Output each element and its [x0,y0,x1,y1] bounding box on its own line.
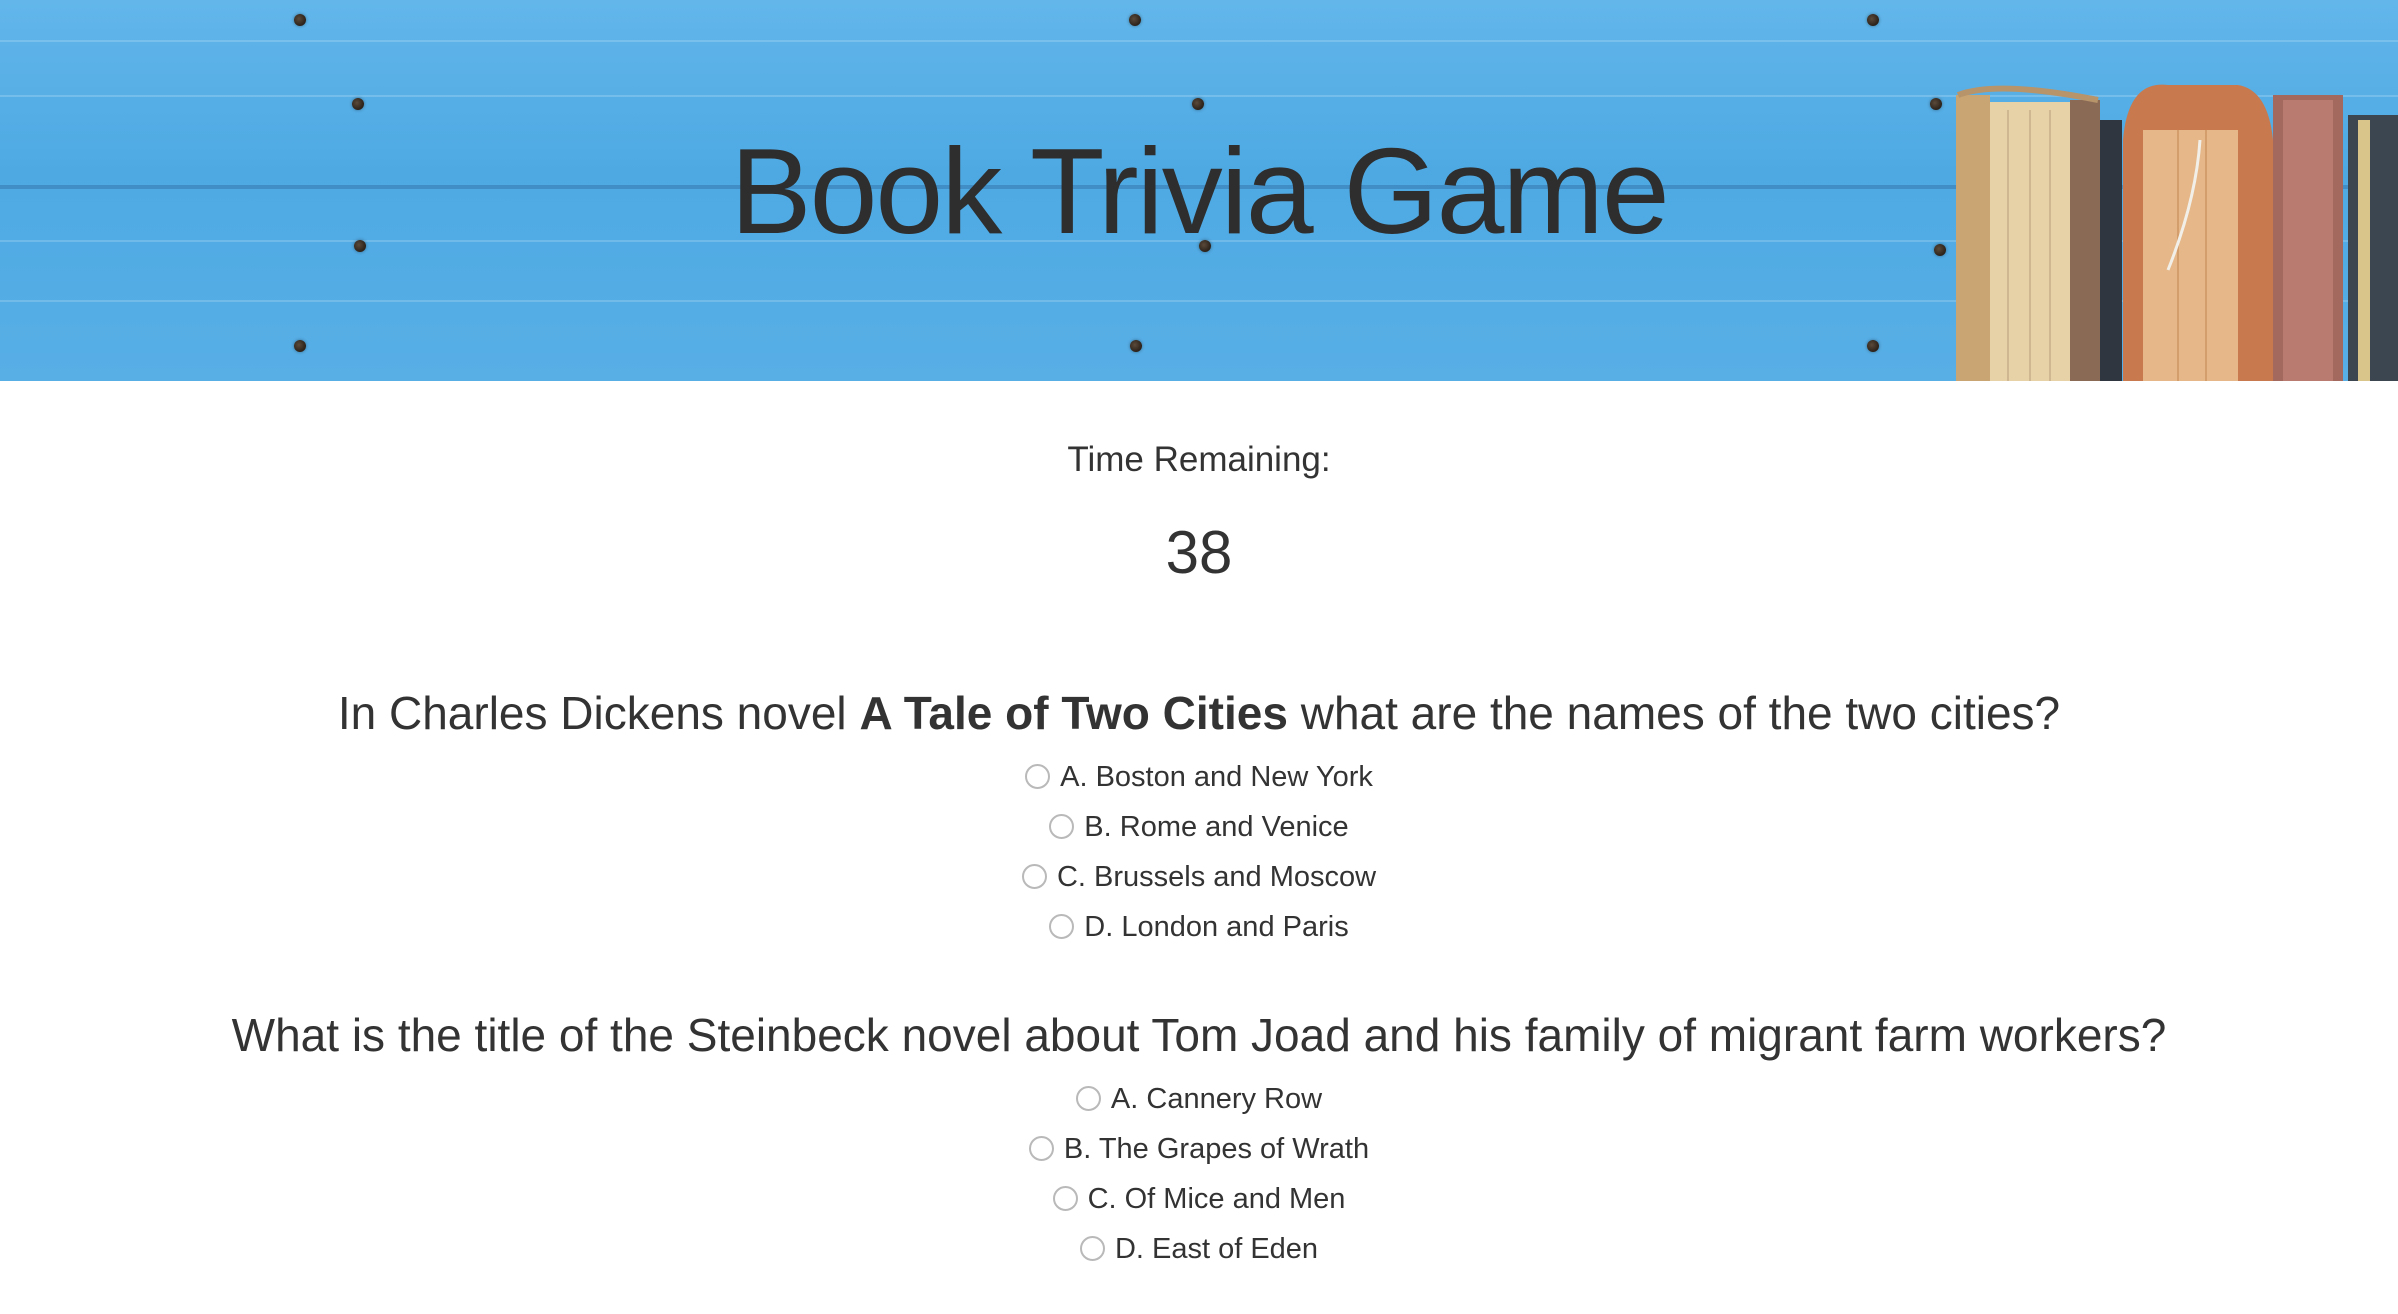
nail-icon [294,14,306,26]
nail-icon [1129,14,1141,26]
nail-icon [1192,98,1204,110]
nail-icon [1130,340,1142,352]
radio-button[interactable] [1028,1135,1054,1161]
question-2-option-a[interactable]: A. Cannery Row [0,1085,2398,1114]
nail-icon [294,340,306,352]
option-label: A. Cannery Row [1110,1083,1323,1115]
radio-button[interactable] [1049,813,1075,839]
question-1-option-d[interactable]: D. London and Paris [0,913,2398,942]
question-1-option-b[interactable]: B. Rome and Venice [0,813,2398,842]
radio-button[interactable] [1049,913,1075,939]
radio-button[interactable] [1021,863,1047,889]
question-1-option-a[interactable]: A. Boston and New York [0,763,2398,792]
question-1-text: In Charles Dickens novel A Tale of Two C… [0,688,2398,739]
option-label: B. The Grapes of Wrath [1063,1133,1370,1165]
option-label: C. Of Mice and Men [1087,1183,1346,1215]
timer-value: 38 [1165,519,1233,586]
question-1-book-title: A Tale of Two Cities [859,687,1288,739]
timer-label: Time Remaining: [1067,440,1331,479]
option-label: C. Brussels and Moscow [1056,861,1377,893]
question-2-option-b[interactable]: B. The Grapes of Wrath [0,1135,2398,1164]
question-2-option-c[interactable]: C. Of Mice and Men [0,1185,2398,1214]
option-label: A. Boston and New York [1060,761,1373,793]
nail-icon [352,98,364,110]
question-2-text: What is the title of the Steinbeck novel… [231,1009,2167,1061]
question-2-option-d[interactable]: D. East of Eden [0,1235,2398,1264]
page-title: Book Trivia Game [730,123,1670,259]
radio-button[interactable] [1075,1085,1101,1111]
question-1-option-c[interactable]: C. Brussels and Moscow [0,863,2398,892]
question-1-text-after: what are the names of the two cities? [1287,687,2061,739]
radio-button[interactable] [1079,1235,1105,1261]
header-banner: Book Trivia Game [0,0,2398,381]
radio-button[interactable] [1025,763,1051,789]
option-label: D. East of Eden [1114,1233,1319,1265]
nail-icon [1867,340,1879,352]
option-label: B. Rome and Venice [1084,811,1349,843]
question-1-text-before: In Charles Dickens novel [337,687,860,739]
nail-icon [1867,14,1879,26]
radio-button[interactable] [1052,1185,1078,1211]
option-label: D. London and Paris [1084,911,1349,943]
